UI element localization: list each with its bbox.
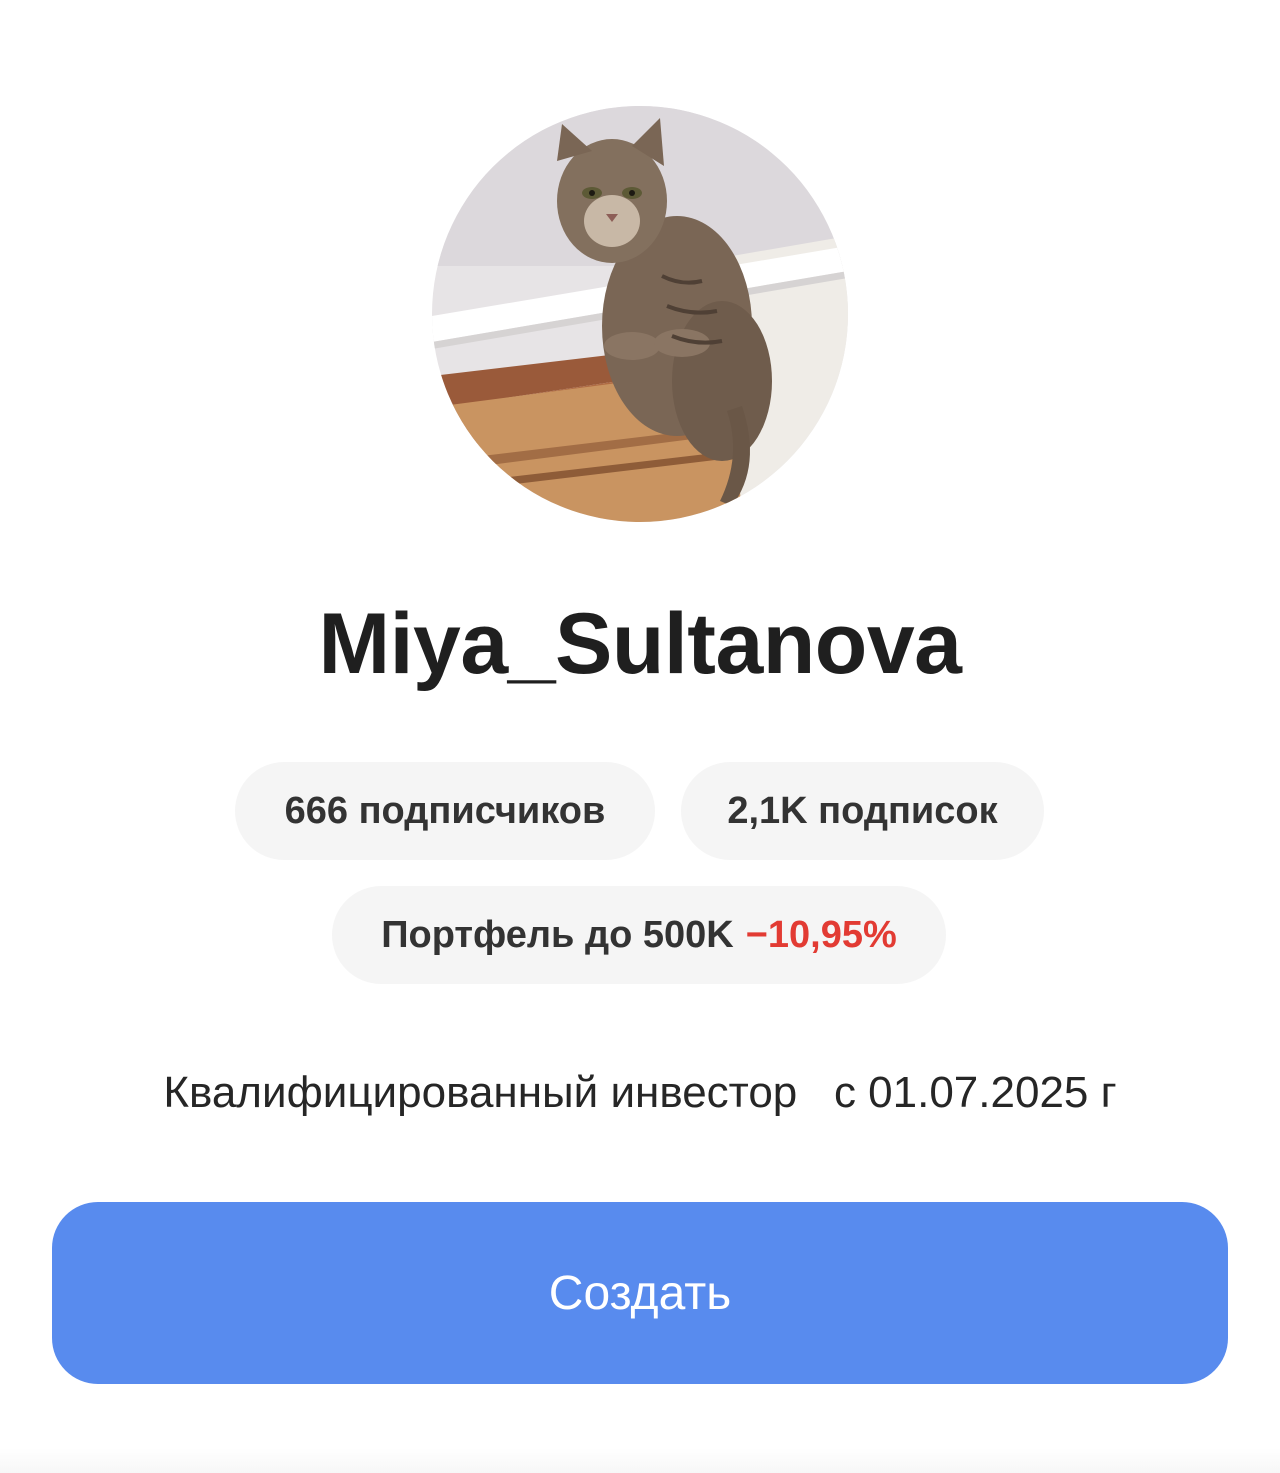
qualified-investor-status: Квалифицированный инвестор с 01.07.2025 … [163, 1068, 1117, 1117]
following-chip[interactable]: 2,1K подписок [681, 762, 1044, 860]
avatar[interactable] [432, 106, 848, 522]
portfolio-change: −10,95% [745, 913, 897, 956]
create-button[interactable]: Создать [52, 1202, 1228, 1384]
portfolio-chip[interactable]: Портфель до 500K −10,95% [332, 886, 946, 984]
followers-chip[interactable]: 666 подписчиков [235, 762, 655, 860]
bottom-divider [0, 1448, 1280, 1473]
username: Miya_Sultanova [318, 596, 963, 692]
profile-page: Miya_Sultanova 666 подписчиков 2,1K подп… [0, 0, 1280, 1473]
following-label: 2,1K подписок [727, 789, 998, 832]
portfolio-label: Портфель до 500K [381, 913, 734, 956]
cat-photo [432, 106, 848, 522]
followers-label: 666 подписчиков [284, 789, 606, 832]
